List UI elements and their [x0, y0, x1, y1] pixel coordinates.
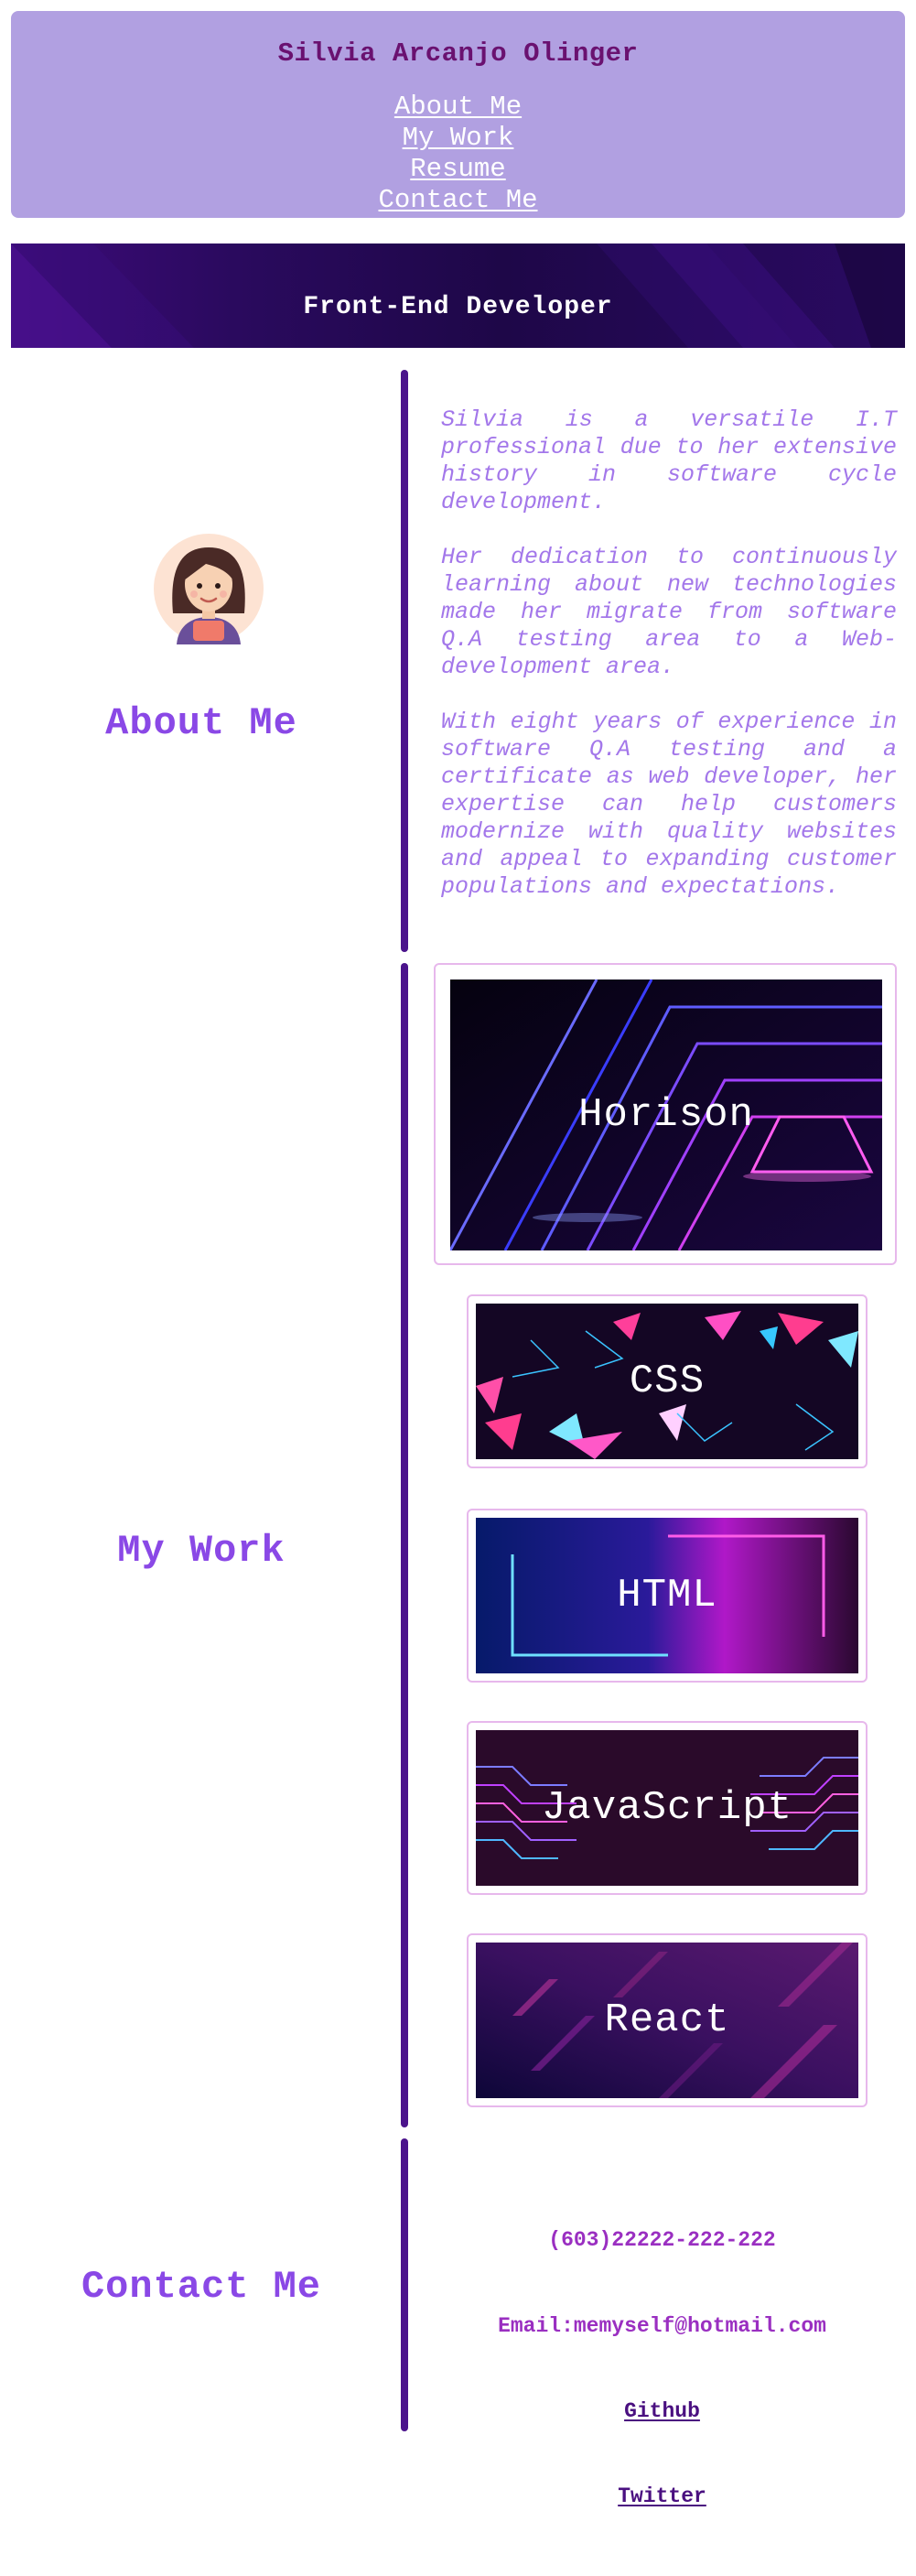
project-card-horison[interactable]: Horison — [434, 963, 897, 1265]
main-nav: About Me My Work Resume Contact Me — [11, 92, 905, 216]
nav-link-about-me[interactable]: About Me — [11, 92, 905, 123]
project-image-react: React — [476, 1943, 858, 2098]
project-label-css: CSS — [629, 1358, 706, 1404]
about-divider — [401, 370, 408, 952]
project-image-css: CSS — [476, 1304, 858, 1459]
project-card-javascript[interactable]: JavaScript — [467, 1721, 868, 1895]
project-label-react: React — [604, 1997, 730, 2043]
about-paragraph-2: Her dedication to continuously learning … — [441, 544, 897, 680]
project-card-react[interactable]: React — [467, 1933, 868, 2107]
hero-title: Front-End Developer — [303, 293, 613, 321]
work-heading: My Work — [117, 1529, 286, 1573]
contact-section: Contact Me (603)22222-222-222 Email:memy… — [0, 2138, 916, 2560]
about-text: Silvia is a versatile I.T professional d… — [441, 406, 897, 928]
nav-link-my-work[interactable]: My Work — [11, 123, 905, 154]
nav-link-contact-me[interactable]: Contact Me — [11, 185, 905, 216]
girl-avatar-icon — [154, 534, 264, 644]
project-card-css[interactable]: CSS — [467, 1294, 868, 1468]
project-image-html: HTML — [476, 1518, 858, 1673]
github-link[interactable]: Github — [408, 2399, 916, 2423]
twitter-link[interactable]: Twitter — [408, 2484, 916, 2508]
about-heading: About Me — [105, 701, 297, 745]
nav-link-resume[interactable]: Resume — [11, 154, 905, 185]
site-header: Silvia Arcanjo Olinger About Me My Work … — [11, 11, 905, 218]
contact-heading: Contact Me — [81, 2265, 322, 2309]
about-paragraph-1: Silvia is a versatile I.T professional d… — [441, 406, 897, 515]
project-label-html: HTML — [617, 1573, 717, 1618]
project-label-javascript: JavaScript — [541, 1785, 793, 1831]
about-section: About Me Silvia is a versatile I.T profe… — [0, 370, 916, 952]
project-card-html[interactable]: HTML — [467, 1509, 868, 1683]
project-image-javascript: JavaScript — [476, 1730, 858, 1886]
contact-email[interactable]: Email:memyself@hotmail.com — [408, 2314, 916, 2338]
hero-banner: Front-End Developer — [11, 244, 905, 348]
project-image-horison: Horison — [450, 980, 882, 1250]
work-section: My Work Horison CSS HTML JavaScript Reac… — [0, 963, 916, 2135]
contact-phone: (603)22222-222-222 — [548, 2228, 776, 2252]
site-title: Silvia Arcanjo Olinger — [277, 38, 639, 69]
project-label-horison: Horison — [578, 1092, 754, 1138]
about-paragraph-3: With eight years of experience in softwa… — [441, 709, 897, 900]
